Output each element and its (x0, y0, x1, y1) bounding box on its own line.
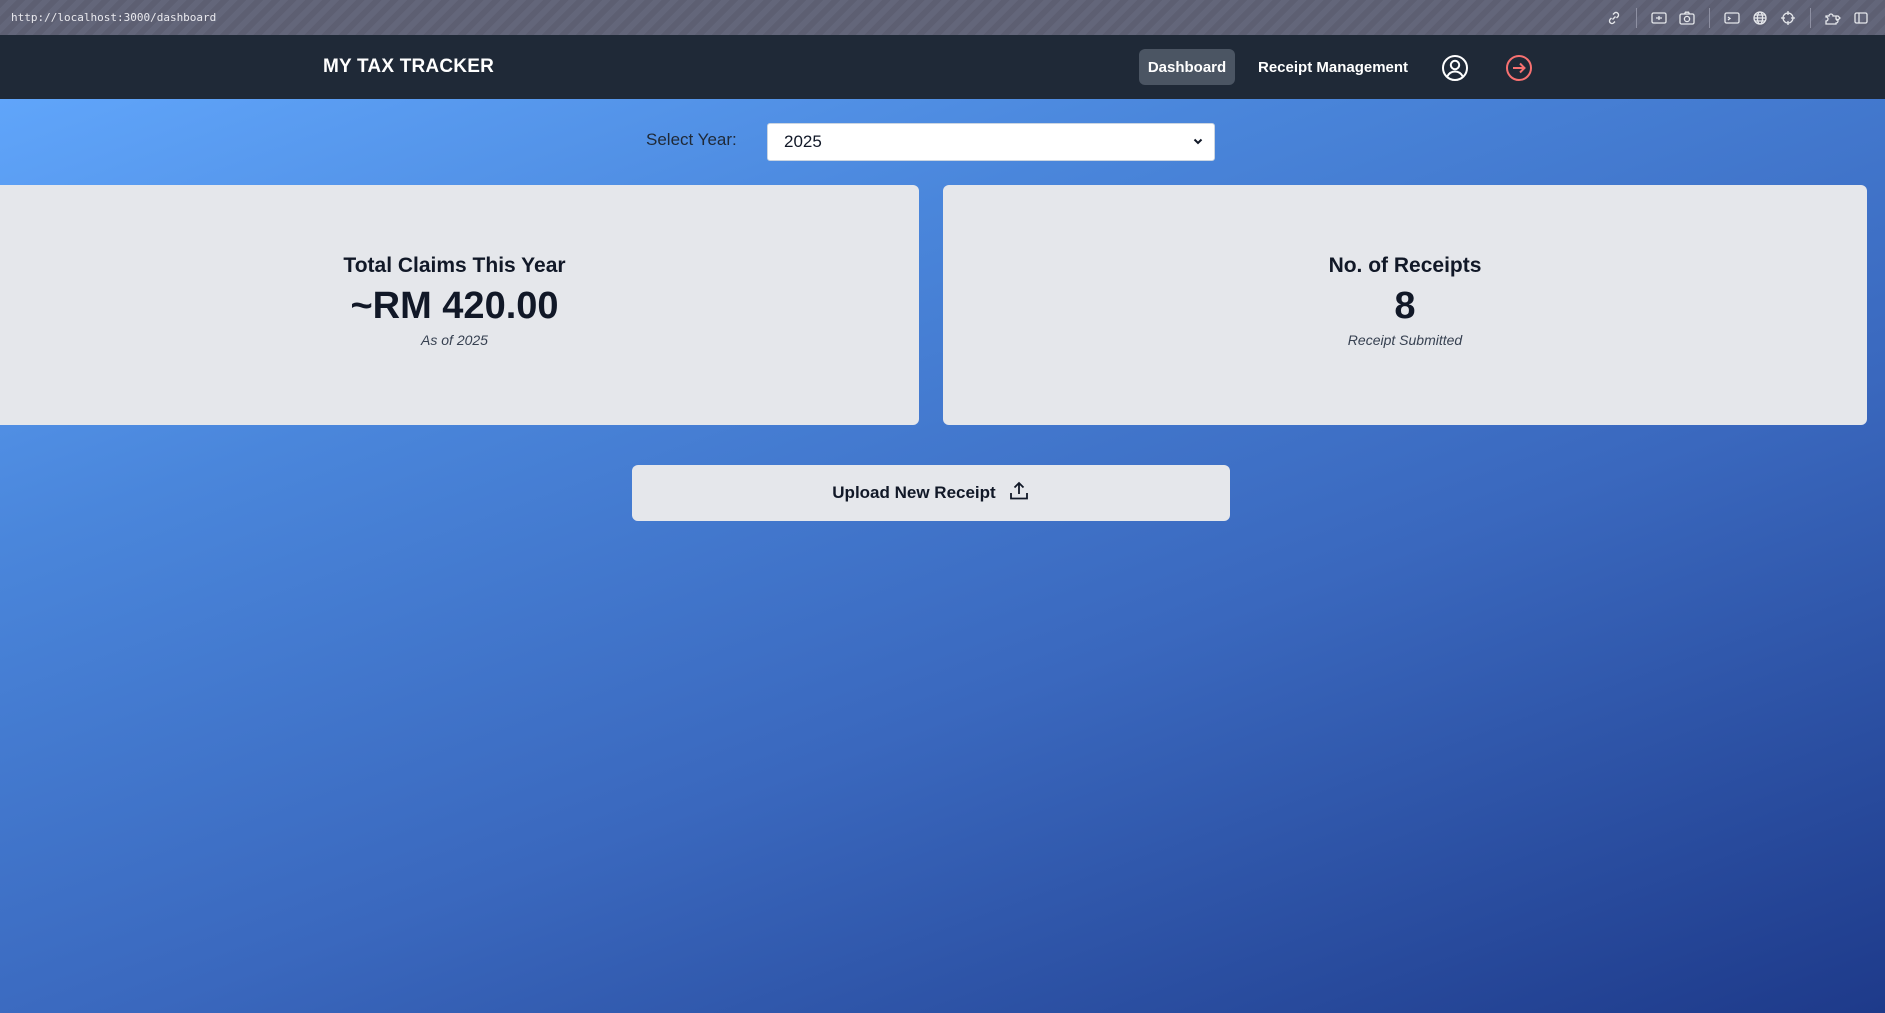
screenshot-area-icon[interactable] (1645, 6, 1673, 30)
receipts-count-value: 8 (1394, 285, 1416, 327)
receipts-count-card: No. of Receipts 8 Receipt Submitted (943, 185, 1867, 425)
brand-title[interactable]: MY TAX TRACKER (323, 35, 494, 99)
browser-toolbar: http://localhost:3000/dashboard (0, 0, 1885, 35)
sidebar-icon[interactable] (1847, 6, 1875, 30)
receipts-count-subtitle: Receipt Submitted (1347, 332, 1463, 348)
upload-receipt-button[interactable]: Upload New Receipt (632, 465, 1230, 521)
browser-tools (1600, 6, 1875, 30)
year-select-label: Select Year: (646, 130, 737, 149)
year-select-value: 2025 (784, 132, 822, 151)
url-text[interactable]: http://localhost:3000/dashboard (11, 11, 216, 24)
toolbar-divider (1810, 7, 1811, 28)
total-claims-value: ~RM 420.00 (350, 285, 559, 327)
upload-receipt-label: Upload New Receipt (832, 483, 996, 502)
terminal-icon[interactable] (1718, 6, 1746, 30)
chevron-down-icon (1192, 132, 1204, 152)
logout-arrow-icon[interactable] (1504, 53, 1534, 83)
crosshair-icon[interactable] (1774, 6, 1802, 30)
toolbar-divider (1709, 7, 1710, 28)
dashboard-main: Select Year: 2025 Total Claims This Year… (0, 99, 1885, 1013)
nav-receipt-management-link[interactable]: Receipt Management (1250, 49, 1416, 85)
total-claims-card: Total Claims This Year ~RM 420.00 As of … (0, 185, 919, 425)
extensions-icon[interactable] (1819, 6, 1847, 30)
year-select[interactable]: 2025 (767, 123, 1215, 161)
globe-icon[interactable] (1746, 6, 1774, 30)
receipts-count-title: No. of Receipts (1328, 254, 1482, 277)
camera-icon[interactable] (1673, 6, 1701, 30)
link-icon[interactable] (1600, 6, 1628, 30)
total-claims-subtitle: As of 2025 (421, 332, 488, 348)
top-navbar: MY TAX TRACKER Dashboard Receipt Managem… (0, 35, 1885, 99)
toolbar-divider (1636, 7, 1637, 28)
nav-dashboard-link[interactable]: Dashboard (1139, 49, 1235, 85)
user-circle-icon[interactable] (1440, 53, 1470, 83)
upload-icon (1008, 480, 1030, 507)
total-claims-title: Total Claims This Year (343, 254, 566, 277)
